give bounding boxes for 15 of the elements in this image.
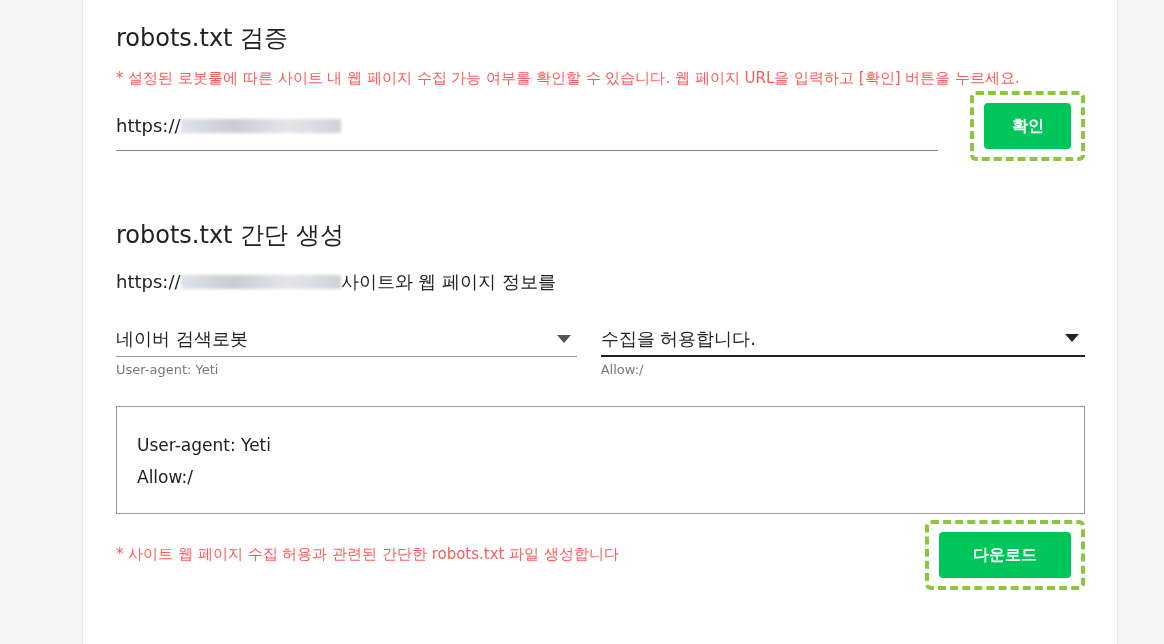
section-title: robots.txt 검증 — [116, 24, 290, 53]
dropdown-caret-icon — [1065, 334, 1079, 343]
hint-text: Allow:/ — [600, 361, 645, 380]
code-line: User-agent: Yeti — [137, 433, 272, 457]
dropdown-caret-icon — [556, 334, 571, 343]
code-line: Allow:/ — [137, 465, 194, 489]
instruction-note: * 설정된 로봇룰에 따른 사이트 내 웹 페이지 수집 가능 여부를 확인할 수 있습니다. 웹 페이지 URL을 입력하고 [확인] 버튼을 누르세요. — [116, 67, 1021, 89]
section-title: robots.txt 간단 생성 — [116, 221, 345, 251]
site-info-text: 사이트와 웹 페이지 정보를 — [340, 270, 556, 295]
dropdown-select[interactable]: 네이버 검색로봇 — [116, 321, 577, 358]
description-note: * 사이트 웹 페이지 수집 허용과 관련된 간단한 robots.txt 파일 생성합니다 — [116, 544, 619, 566]
dropdown-select[interactable]: 수집을 허용합니다. — [600, 321, 1085, 358]
hint-text: User-agent: Yeti — [116, 361, 220, 380]
url-prefix-text: https:// — [116, 270, 181, 295]
url-input-field[interactable]: https:// — [116, 101, 938, 152]
